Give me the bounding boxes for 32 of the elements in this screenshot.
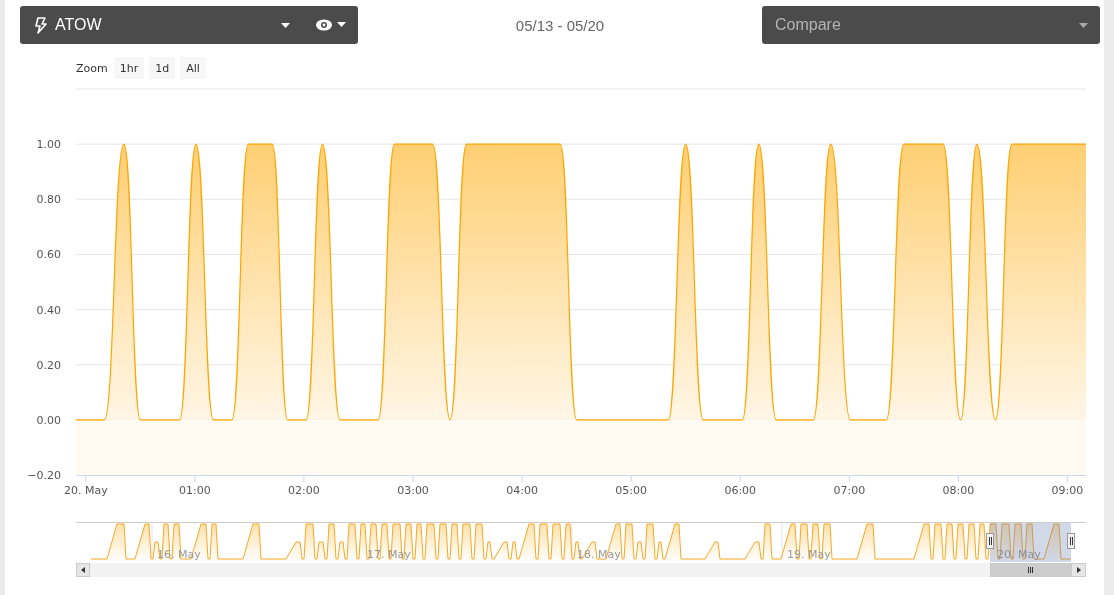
- zoom-button[interactable]: All: [180, 57, 206, 79]
- caret-icon: [1079, 22, 1088, 28]
- sensor-name: ATOW: [55, 16, 103, 34]
- scrollbar[interactable]: [76, 563, 1086, 577]
- lightning-icon: [35, 16, 47, 34]
- caret-icon: [281, 22, 290, 28]
- x-axis-label: 20. May: [63, 484, 108, 497]
- x-axis-label: 05:00: [615, 484, 647, 497]
- eye-icon[interactable]: [316, 19, 346, 31]
- x-axis-label: 03:00: [397, 484, 429, 497]
- x-axis-label: 09:00: [1051, 484, 1084, 497]
- y-axis-label: 0.60: [36, 248, 61, 262]
- range-handle[interactable]: [1067, 533, 1075, 549]
- x-axis-label: 04:00: [506, 484, 538, 497]
- x-axis-label: 06:00: [724, 484, 757, 497]
- x-axis-label: 07:00: [833, 484, 866, 497]
- y-axis-label: −0.20: [27, 469, 61, 482]
- y-axis-label: 0.80: [36, 193, 61, 207]
- compare-dropdown[interactable]: Compare: [762, 6, 1100, 44]
- x-axis-label: 08:00: [942, 484, 975, 497]
- y-axis-label: 0.40: [36, 303, 61, 317]
- range-handle[interactable]: [986, 533, 994, 549]
- x-axis-label: 01:00: [179, 484, 211, 497]
- zoom-button[interactable]: 1hr: [113, 57, 145, 79]
- y-axis-label: 0.00: [36, 413, 61, 427]
- zoom-label: Zoom: [76, 61, 108, 75]
- date-range: 05/13 - 05/20: [514, 16, 606, 34]
- y-axis-label: 0.20: [36, 358, 61, 372]
- y-axis-label: 1.00: [36, 138, 61, 152]
- sensor-dropdown[interactable]: ATOW: [20, 6, 358, 44]
- zoom-button[interactable]: 1d: [149, 57, 176, 79]
- x-axis-label: 02:00: [288, 484, 320, 497]
